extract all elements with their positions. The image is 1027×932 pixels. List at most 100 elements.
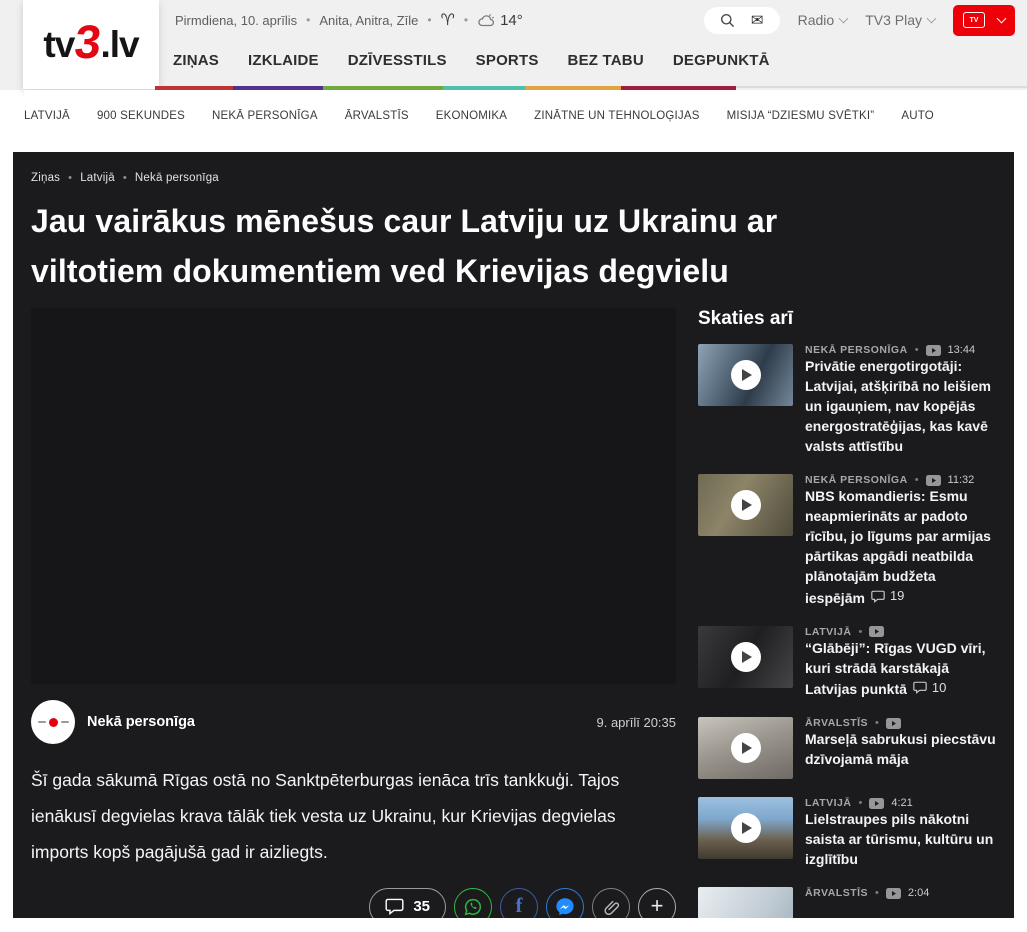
plus-icon: + <box>651 895 664 917</box>
namedays-label: Anita, Anitra, Zīle <box>319 13 418 28</box>
play-icon <box>731 360 761 390</box>
subnav-item-ekonomika[interactable]: EKONOMIKA <box>436 110 507 122</box>
video-thumbnail[interactable]: Igaunijā <box>698 887 793 918</box>
video-category[interactable]: LATVIJĀ <box>805 626 851 638</box>
facebook-icon: f <box>516 893 523 918</box>
subnav-item-misija-dziesmu-svetki[interactable]: MISIJA “DZIESMU SVĒTKI” <box>727 110 875 122</box>
video-comments[interactable]: 19 <box>871 586 904 606</box>
video-thumbnail[interactable] <box>698 344 793 406</box>
video-icon <box>926 345 941 356</box>
video-category[interactable]: ĀRVALSTĪS <box>805 887 868 899</box>
nav-item-izklaide[interactable]: IZKLAIDE <box>248 52 319 69</box>
separator-dot: • <box>858 626 862 638</box>
comment-icon <box>385 898 404 915</box>
tv-button[interactable]: TV <box>953 5 1015 36</box>
video-category[interactable]: NEKĀ PERSONĪGA <box>805 474 908 486</box>
mail-icon[interactable]: ✉ <box>751 13 764 28</box>
breadcrumb-latvija[interactable]: Latvijā <box>80 172 115 184</box>
separator-dot: • <box>875 717 879 729</box>
subnav-item-arvalstis[interactable]: ĀRVALSTĪS <box>345 110 409 122</box>
video-icon <box>886 888 901 899</box>
search-mail-pill: ✉ <box>704 7 780 34</box>
nav-item-sports[interactable]: SPORTS <box>476 52 539 69</box>
article-lead: Šī gada sākumā Rīgas ostā no Sanktpēterb… <box>31 762 676 870</box>
play-icon <box>731 733 761 763</box>
sidebar-video-item[interactable]: LATVIJĀ • “Glābēji”: Rīgas VUGD vīri, ku… <box>698 626 996 700</box>
video-title[interactable]: Lielstraupes pils nākotni saista ar tūri… <box>805 811 993 867</box>
video-icon <box>869 798 884 809</box>
nav-item-dzivesstils[interactable]: DZĪVESSTILS <box>348 52 447 69</box>
sidebar-video-item[interactable]: Igaunijā ĀRVALSTĪS • 2:04 <box>698 887 996 918</box>
tv-icon: TV <box>963 12 985 28</box>
play-icon <box>731 642 761 672</box>
breadcrumb-neka-personiga[interactable]: Nekā personīga <box>135 172 219 184</box>
play-icon <box>731 490 761 520</box>
video-title[interactable]: Privātie energotirgotāji: Latvijai, atšķ… <box>805 358 991 454</box>
nav-item-beztabu[interactable]: BEZ TABU <box>568 52 644 69</box>
share-row: 35 f + <box>31 888 676 919</box>
sidebar-title: Skaties arī <box>698 308 996 330</box>
video-thumbnail[interactable] <box>698 474 793 536</box>
radio-menu[interactable]: Radio <box>798 12 848 28</box>
video-thumbnail[interactable] <box>698 626 793 688</box>
page: tv3.lv Pirmdiena, 10. aprīlis • Anita, A… <box>0 0 1027 932</box>
video-category[interactable]: LATVIJĀ <box>805 797 851 809</box>
breadcrumb: Ziņas • Latvijā • Nekā personīga <box>31 172 996 184</box>
video-comments-count: 19 <box>890 586 904 606</box>
video-title[interactable]: “Glābēji”: Rīgas VUGD vīri, kuri strādā … <box>805 640 986 698</box>
weather-widget[interactable]: 14° <box>477 12 523 29</box>
site-logo[interactable]: tv3.lv <box>23 0 159 89</box>
video-category[interactable]: NEKĀ PERSONĪGA <box>805 344 908 356</box>
separator-dot: • <box>915 344 919 356</box>
chevron-down-icon <box>997 14 1007 24</box>
subnav-item-900-sekundes[interactable]: 900 SEKUNDES <box>97 110 185 122</box>
play-icon <box>731 813 761 843</box>
main-nav: ZIŅAS IZKLAIDE DZĪVESSTILS SPORTS BEZ TA… <box>173 52 770 69</box>
tv3play-menu[interactable]: TV3 Play <box>865 12 935 28</box>
video-title[interactable]: Marseļā sabrukusi piecstāvu dzīvojamā mā… <box>805 731 996 767</box>
whatsapp-share-button[interactable] <box>454 888 492 919</box>
more-share-button[interactable]: + <box>638 888 676 919</box>
subnav-item-neka-personiga[interactable]: NEKĀ PERSONĪGA <box>212 110 318 122</box>
zodiac-icon[interactable]: ♈ <box>441 10 455 30</box>
video-category[interactable]: ĀRVALSTĪS <box>805 717 868 729</box>
breadcrumb-zinas[interactable]: Ziņas <box>31 172 60 184</box>
comment-icon <box>913 681 927 694</box>
subnav-item-auto[interactable]: AUTO <box>901 110 934 122</box>
messenger-share-button[interactable] <box>546 888 584 919</box>
sidebar-video-item[interactable]: NEKĀ PERSONĪGA • 11:32 NBS komandieris: … <box>698 474 996 608</box>
logo-text: tv3.lv <box>43 14 138 75</box>
subnav-item-zinatne[interactable]: ZINĀTNE UN TEHNOLOĢIJAS <box>534 110 699 122</box>
video-comments[interactable]: 10 <box>913 678 946 698</box>
video-thumbnail[interactable] <box>698 797 793 859</box>
avatar-logo-dash <box>61 721 69 723</box>
nav-item-zinas[interactable]: ZIŅAS <box>173 52 219 69</box>
article-card: Ziņas • Latvijā • Nekā personīga Jau vai… <box>13 152 1014 918</box>
facebook-share-button[interactable]: f <box>500 888 538 919</box>
video-title[interactable]: NBS komandieris: Esmu neapmierināts ar p… <box>805 488 991 606</box>
separator-dot: • <box>427 13 431 27</box>
video-duration: 2:04 <box>908 887 929 899</box>
search-icon[interactable] <box>720 13 735 28</box>
video-duration: 4:21 <box>891 797 912 809</box>
sidebar-video-item[interactable]: LATVIJĀ • 4:21 Lielstraupes pils nākotni… <box>698 797 996 869</box>
author-name[interactable]: Nekā personīga <box>87 714 195 730</box>
subnav-item-latvija[interactable]: LATVIJĀ <box>24 110 70 122</box>
nav-item-degpunkta[interactable]: DEGPUNKTĀ <box>673 52 770 69</box>
cloud-icon <box>477 13 495 27</box>
chevron-down-icon <box>839 14 849 24</box>
author-avatar[interactable] <box>31 700 75 744</box>
video-thumbnail[interactable] <box>698 717 793 779</box>
sidebar-video-item[interactable]: NEKĀ PERSONĪGA • 13:44 Privātie energoti… <box>698 344 996 456</box>
copy-link-button[interactable] <box>592 888 630 919</box>
sidebar-video-item[interactable]: ĀRVALSTĪS • Marseļā sabrukusi piecstāvu … <box>698 717 996 779</box>
topbar-right: ✉ Radio TV3 Play TV <box>704 5 1015 36</box>
comments-count: 35 <box>413 898 430 915</box>
separator-dot: • <box>306 13 310 27</box>
separator-dot: • <box>858 797 862 809</box>
site-header: tv3.lv Pirmdiena, 10. aprīlis • Anita, A… <box>0 0 1027 90</box>
date-label: Pirmdiena, 10. aprīlis <box>175 13 297 28</box>
separator-dot: • <box>915 474 919 486</box>
chevron-down-icon <box>927 14 937 24</box>
comments-button[interactable]: 35 <box>369 888 446 919</box>
